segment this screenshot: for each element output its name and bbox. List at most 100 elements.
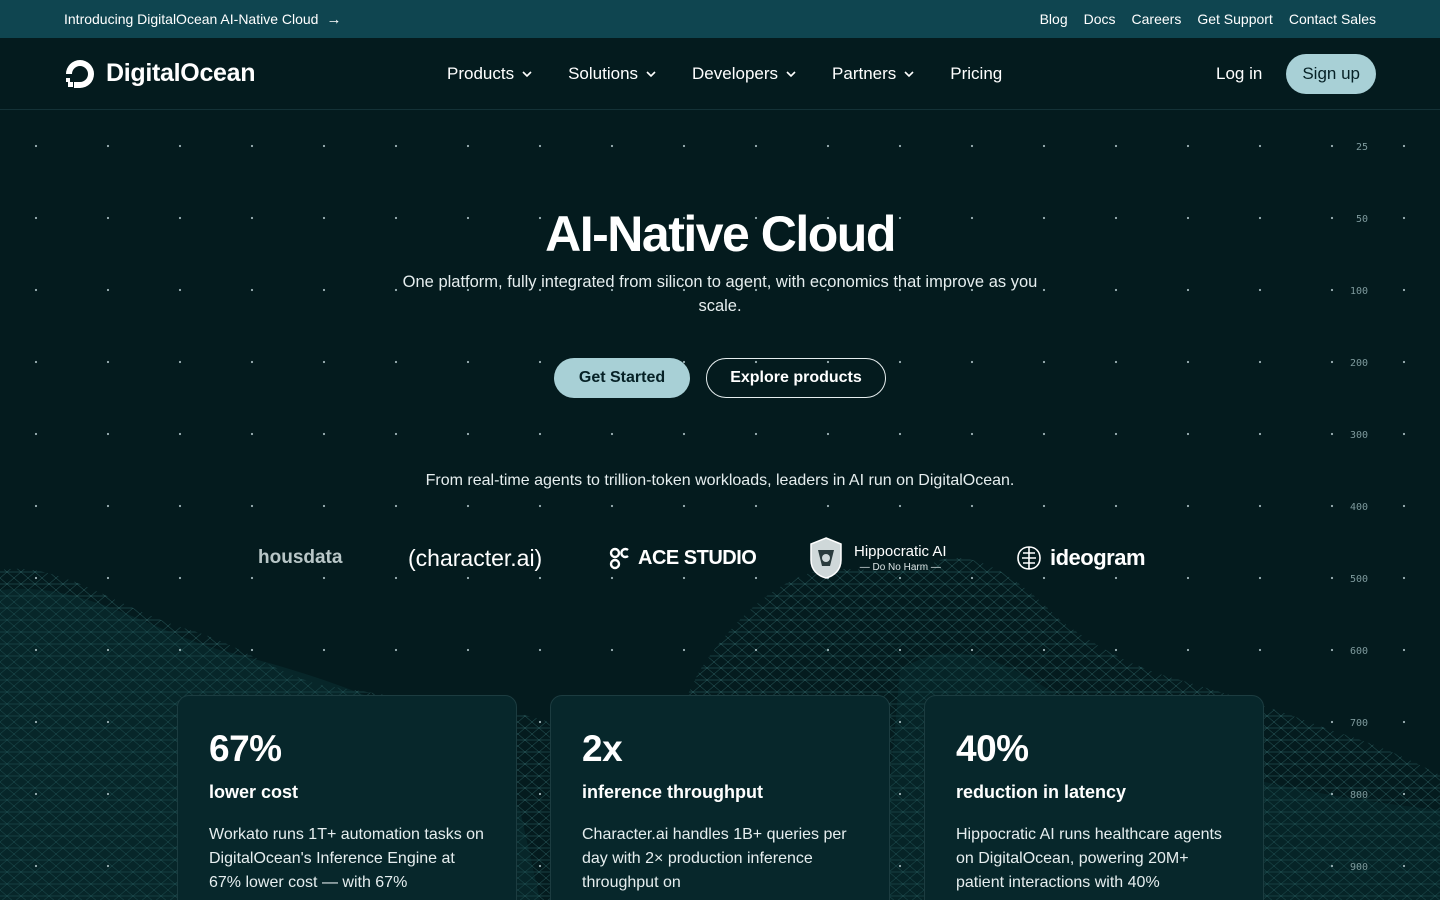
grid-dot [106, 288, 110, 292]
menu-developers-label: Developers [692, 63, 779, 83]
grid-dot [106, 432, 110, 436]
grid-dot [610, 432, 614, 436]
menu-solutions[interactable]: Solutions [568, 64, 657, 84]
brand-logo[interactable]: DigitalOcean [64, 58, 304, 90]
stat-description: Workato runs 1T+ automation tasks on Dig… [209, 826, 484, 891]
ace-studio-wordmark: ACE STUDIO [638, 546, 757, 569]
stat-description: Character.ai handles 1B+ queries per day… [582, 826, 847, 891]
grid-dot [394, 288, 398, 292]
stat-value: 67% [209, 728, 282, 769]
grid-dot [898, 432, 902, 436]
grid-dot [1186, 648, 1190, 652]
grid-dot [34, 792, 38, 796]
character-ai-logo: (character.ai) [408, 544, 543, 571]
grid-dot [826, 504, 830, 508]
ruler-label: 25 [1355, 142, 1368, 153]
menu-partners[interactable]: Partners [832, 64, 915, 84]
hippocratic-tagline-text: Do No Harm [872, 562, 929, 573]
ruler-label: 900 [1349, 862, 1368, 873]
grid-dot [1114, 288, 1118, 292]
grid-dot [970, 648, 974, 652]
grid-dot [898, 792, 902, 796]
get-started-button[interactable]: Get Started [554, 358, 690, 398]
ruler-label: 500 [1349, 574, 1368, 585]
announcement-text: Introducing DigitalOcean AI-Native Cloud [64, 11, 319, 27]
grid-dot [538, 432, 542, 436]
grid-dot [538, 648, 542, 652]
digitalocean-logo-icon [66, 59, 94, 88]
grid-dot [250, 648, 254, 652]
grid-dot [1258, 504, 1262, 508]
grid-dot [826, 432, 830, 436]
housdata-logo: housdata [258, 547, 343, 568]
menu-developers[interactable]: Developers [692, 64, 797, 84]
grid-dot [34, 864, 38, 868]
blog-link[interactable]: Blog [1040, 11, 1068, 27]
hero-subtitle: One platform, fully integrated from sili… [402, 273, 1038, 315]
careers-link[interactable]: Careers [1132, 11, 1182, 27]
stat-label: lower cost [209, 782, 299, 802]
grid-dot [1186, 576, 1190, 580]
grid-dot [1258, 144, 1262, 148]
grid-dot [466, 648, 470, 652]
grid-dot [34, 504, 38, 508]
grid-dot [1402, 648, 1406, 652]
menu-pricing[interactable]: Pricing [950, 64, 1002, 84]
grid-dot [1042, 432, 1046, 436]
ace-studio-logo: ACE STUDIO [608, 530, 757, 586]
grid-dot [1042, 504, 1046, 508]
signup-button[interactable]: Sign up [1286, 53, 1376, 94]
shield-icon [810, 537, 842, 579]
grid-dot [1042, 648, 1046, 652]
grid-dot [1042, 288, 1046, 292]
grid-dot [754, 648, 758, 652]
login-link[interactable]: Log in [1216, 64, 1262, 84]
grid-dot [1330, 720, 1334, 724]
grid-dot [538, 792, 542, 796]
grid-dot [34, 648, 38, 652]
grid-dot [1186, 432, 1190, 436]
hero-title: AI-Native Cloud [545, 206, 896, 262]
grid-dot [1114, 144, 1118, 148]
grid-dot [394, 144, 398, 148]
grid-dot [1330, 144, 1334, 148]
grid-dot [322, 432, 326, 436]
grid-dot [1114, 648, 1118, 652]
contact-sales-link[interactable]: Contact Sales [1289, 11, 1376, 27]
grid-dot [1330, 648, 1334, 652]
arrow-right-icon: → [326, 10, 342, 28]
grid-dot [1402, 864, 1406, 868]
auth-actions: Log in Sign up [1216, 53, 1376, 94]
grid-dot [178, 288, 182, 292]
ideogram-logo: ideogram [1014, 530, 1146, 586]
grid-dot [322, 144, 326, 148]
grid-dot [610, 144, 614, 148]
ruler-label: 800 [1349, 790, 1368, 801]
grid-dot [898, 720, 902, 724]
grid-dot [250, 576, 254, 580]
menu-products[interactable]: Products [447, 64, 533, 84]
grid-dot [970, 144, 974, 148]
grid-dot [394, 648, 398, 652]
grid-dot [34, 288, 38, 292]
hippocratic-name: Hippocratic AI [854, 543, 947, 560]
grid-dot [1330, 432, 1334, 436]
grid-dot [610, 648, 614, 652]
grid-dot [754, 504, 758, 508]
ruler-label: 300 [1349, 430, 1368, 441]
grid-dot [466, 504, 470, 508]
ideogram-wordmark: ideogram [1050, 545, 1146, 570]
announcement-link[interactable]: Introducing DigitalOcean AI-Native Cloud… [64, 11, 341, 28]
grid-dot [1330, 576, 1334, 580]
get-support-link[interactable]: Get Support [1197, 11, 1273, 27]
docs-link[interactable]: Docs [1084, 11, 1116, 27]
grid-dot [1330, 504, 1334, 508]
brain-icon [1017, 546, 1041, 570]
grid-dot [1330, 792, 1334, 796]
grid-dot [682, 432, 686, 436]
grid-dot [1402, 144, 1406, 148]
grid-dot [322, 504, 326, 508]
grid-dot [466, 144, 470, 148]
grid-dot [538, 504, 542, 508]
explore-products-button[interactable]: Explore products [706, 358, 886, 398]
